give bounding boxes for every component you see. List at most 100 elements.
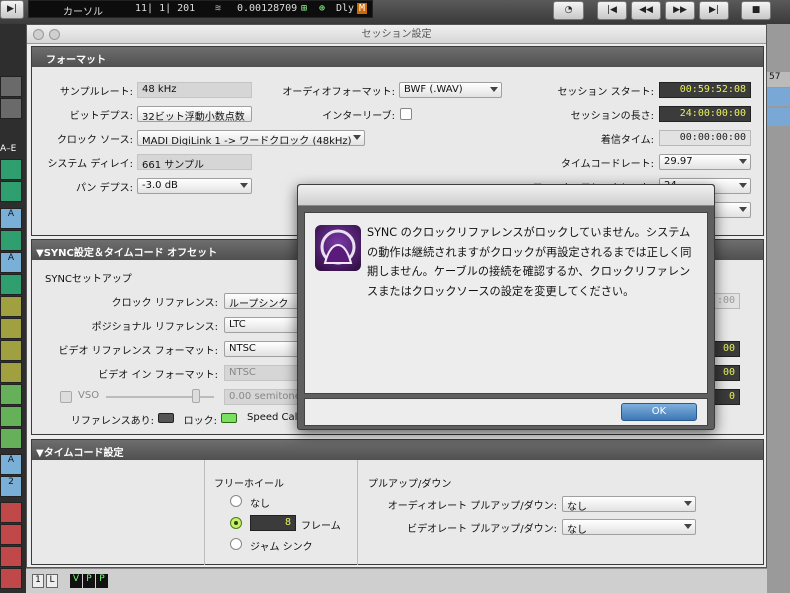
metronome-icon[interactable]: ◔: [553, 1, 584, 20]
clock-source-label: クロック ソース:: [56, 135, 133, 146]
bottom-bar: 1 L V P P: [26, 568, 767, 593]
timecode-header: タイムコード設定: [43, 448, 124, 459]
video-rate-pullup-select[interactable]: なし: [562, 519, 696, 535]
timecode-panel: ▼タイムコード設定 フリーホイール なし 8 フレーム ジャム シンク プルアッ…: [31, 439, 764, 565]
fast-forward-icon[interactable]: ▶▶: [665, 1, 695, 20]
session-start-field[interactable]: 00:59:52:08: [659, 82, 751, 98]
track-label[interactable]: A: [0, 454, 22, 475]
audio-rate-pullup-value: なし: [567, 502, 587, 512]
frames-field[interactable]: 8: [250, 515, 296, 531]
transport-toolbar: ▶| カーソル 11| 1| 201 ≋ 0.00128709 ⊞ ⊕ Dly …: [0, 0, 790, 24]
speed-cal-label: Speed Cal: [247, 412, 298, 423]
track-strip-left: A–E A A A 2: [0, 24, 26, 593]
bottom-label[interactable]: L: [46, 574, 58, 588]
clock-ref-label: クロック リファレンス:: [111, 298, 218, 309]
m-button[interactable]: M: [357, 3, 368, 14]
timecode-rate-select[interactable]: 29.97: [659, 154, 751, 170]
system-delay-field: 661 サンプル: [137, 154, 252, 170]
vso-value: 0.00: [229, 391, 252, 402]
timecode-rate-label: タイムコードレート:: [560, 159, 654, 170]
ref-present-label: リファレンスあり:: [70, 416, 154, 427]
bottom-label[interactable]: V: [70, 574, 82, 588]
freewheel-frames-radio[interactable]: [230, 517, 242, 529]
audio-format-value: BWF (.WAV): [404, 84, 463, 95]
collapse-triangle-icon[interactable]: ▼: [36, 248, 44, 259]
pan-depth-select[interactable]: -3.0 dB: [137, 178, 252, 194]
return-to-zero-icon[interactable]: |◀: [597, 1, 627, 20]
link-icon[interactable]: ⊕: [319, 3, 325, 14]
freewheel-none-radio[interactable]: [230, 495, 242, 507]
play-icon[interactable]: ▶|: [0, 0, 24, 19]
bit-depth-select[interactable]: 32ビット浮動小数点数: [137, 106, 252, 122]
chevron-down-icon: [739, 159, 747, 164]
session-start-label: セッション スタート:: [557, 87, 654, 98]
collapse-triangle-icon[interactable]: ▼: [36, 448, 44, 459]
interleave-label: インターリーブ:: [322, 111, 395, 122]
freewheel-none-label: なし: [250, 499, 270, 510]
track-label[interactable]: A: [0, 252, 22, 273]
audio-rate-pullup-select[interactable]: なし: [562, 496, 696, 512]
video-rate-pullup-label: ビデオレート プルアップ/ダウン:: [407, 524, 557, 535]
vso-checkbox[interactable]: [60, 391, 72, 403]
freewheel-label: フリーホイール: [214, 479, 284, 490]
minimize-window-icon[interactable]: [49, 29, 60, 40]
edit-counter: カーソル 11| 1| 201 ≋ 0.00128709 ⊞ ⊕ Dly M: [28, 0, 373, 18]
waveform-icon: ≋: [215, 3, 222, 14]
stop-icon[interactable]: ■: [741, 1, 771, 20]
locked-label: ロック:: [183, 416, 217, 427]
dialog-title-bar[interactable]: [298, 185, 714, 206]
audio-format-select[interactable]: BWF (.WAV): [399, 82, 502, 98]
video-in-field: NTSC: [224, 365, 304, 381]
go-to-end-icon[interactable]: ▶|: [699, 1, 729, 20]
video-ref-select[interactable]: NTSC: [224, 341, 304, 357]
chevron-down-icon: [739, 207, 747, 212]
track-label[interactable]: A: [0, 208, 22, 229]
frames-label: フレーム: [301, 521, 341, 532]
chevron-down-icon: [739, 183, 747, 188]
track-header: A–E: [0, 144, 17, 154]
vso-label: VSO: [78, 390, 100, 401]
clock-ref-select[interactable]: ループシンク: [224, 293, 304, 309]
track-label[interactable]: 2: [0, 476, 22, 497]
chevron-down-icon: [240, 183, 248, 188]
positional-ref-value: LTC: [229, 319, 246, 330]
video-ref-label: ビデオ リファレンス フォーマット:: [58, 346, 218, 357]
dialog-footer: OK: [304, 398, 708, 426]
chevron-down-icon: [684, 524, 692, 529]
bottom-label[interactable]: P: [83, 574, 95, 588]
video-ref-value: NTSC: [229, 343, 256, 354]
track-strip-right: 57: [767, 24, 790, 593]
ok-button[interactable]: OK: [621, 403, 697, 421]
sync-alert-dialog: SYNC のクロックリファレンスがロックしていません。システムの動作は継続されま…: [297, 184, 715, 430]
sample-rate-field: 48 kHz: [137, 82, 252, 98]
pro-tools-logo-icon: [315, 225, 361, 271]
jam-sync-radio[interactable]: [230, 538, 242, 550]
pan-depth-value: -3.0 dB: [142, 180, 178, 191]
interleave-checkbox[interactable]: [400, 108, 412, 120]
clock-source-select[interactable]: MADI DigiLink 1 -> ワードクロック (48kHz): [137, 130, 365, 146]
bit-depth-label: ビットデプス:: [69, 111, 133, 122]
rewind-icon[interactable]: ◀◀: [631, 1, 661, 20]
pan-depth-label: パン デプス:: [75, 183, 133, 194]
bottom-label[interactable]: P: [96, 574, 108, 588]
vso-slider-thumb[interactable]: [192, 389, 200, 403]
track-name: カーソル: [63, 7, 103, 18]
nudge-icon[interactable]: ⊞: [301, 3, 307, 14]
sync-setup-label: SYNCセットアップ: [45, 274, 132, 285]
positional-ref-select[interactable]: LTC: [224, 317, 304, 333]
dly-label[interactable]: Dly: [336, 3, 354, 14]
dialog-body: SYNC のクロックリファレンスがロックしていません。システムの動作は継続されま…: [304, 212, 708, 394]
sample-rate-label: サンプルレート:: [59, 87, 133, 98]
window-title: セッション設定: [27, 25, 766, 44]
video-rate-pullup-value: なし: [567, 525, 587, 535]
video-in-label: ビデオ イン フォーマット:: [98, 370, 218, 381]
positional-ref-label: ポジショナル リファレンス:: [91, 322, 218, 333]
dialog-message: SYNC のクロックリファレンスがロックしていません。システムの動作は継続されま…: [367, 226, 692, 298]
vso-field: 0.00 semitone: [224, 389, 304, 405]
incoming-time-label: 着信タイム:: [600, 135, 654, 146]
session-length-label: セッションの長さ:: [570, 111, 654, 122]
bottom-label[interactable]: 1: [32, 574, 44, 588]
value-readout: 0.00128709: [237, 3, 298, 14]
close-window-icon[interactable]: [33, 29, 44, 40]
session-length-field[interactable]: 24:00:00:00: [659, 106, 751, 122]
